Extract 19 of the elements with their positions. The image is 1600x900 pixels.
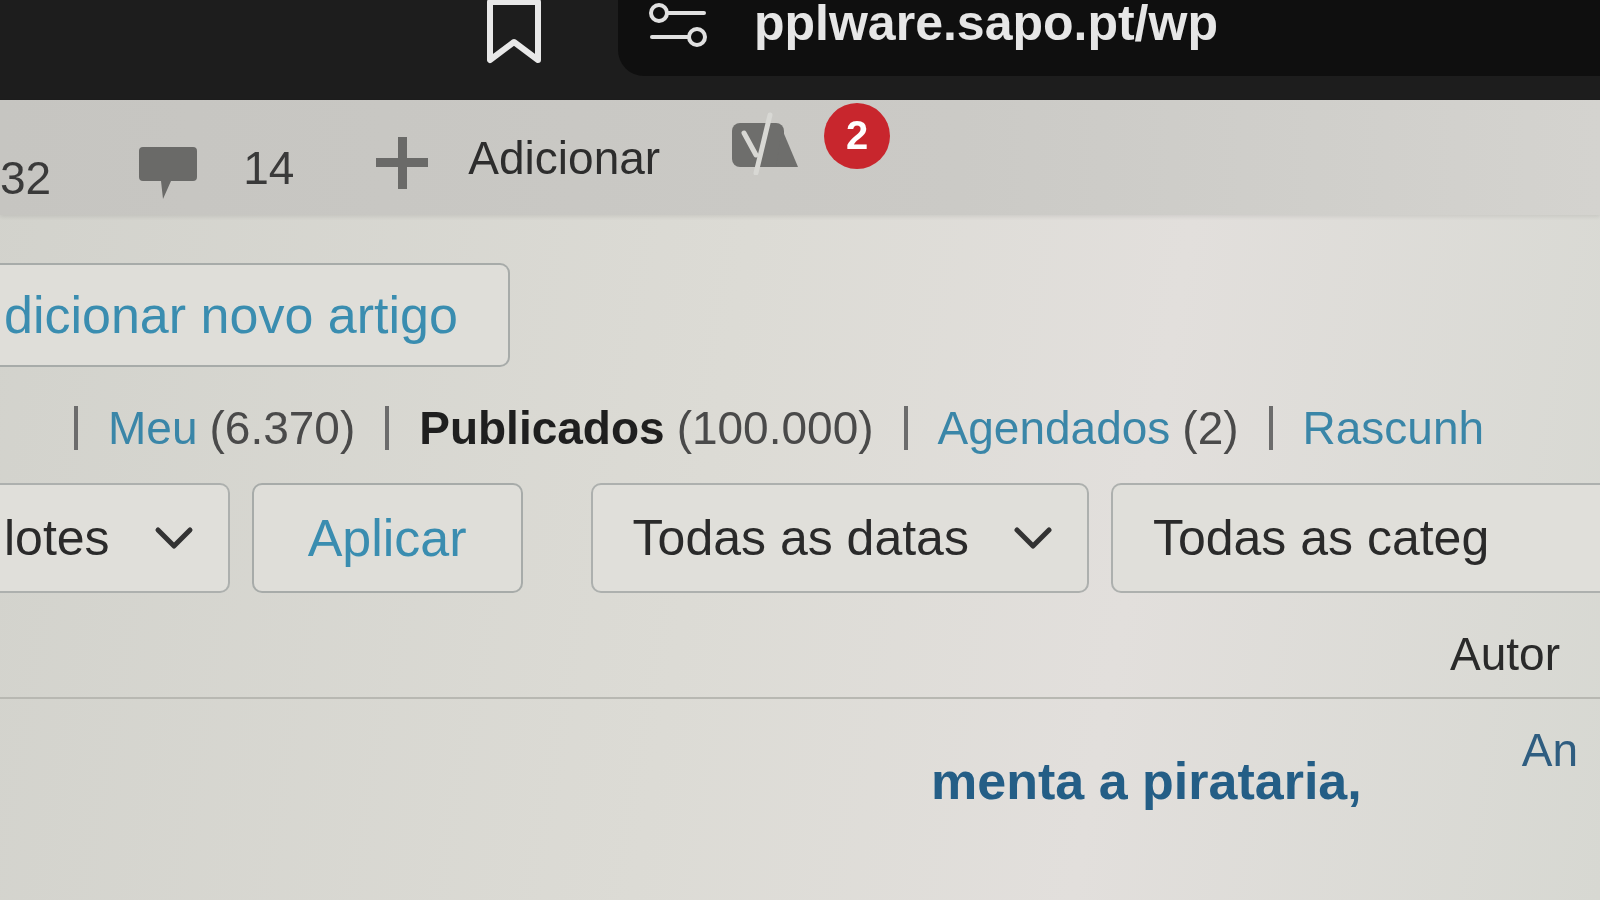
author-cell: An bbox=[1521, 723, 1578, 777]
comments-count[interactable]: 14 bbox=[243, 140, 295, 195]
view-link[interactable]: Meu (6.370) bbox=[108, 401, 356, 455]
categories-select[interactable]: Todas as categ bbox=[1110, 483, 1600, 593]
chevron-down-icon bbox=[1012, 526, 1053, 550]
dates-select[interactable]: Todas as datas bbox=[590, 483, 1089, 593]
comment-icon[interactable] bbox=[137, 144, 200, 201]
plugin-logo-icon[interactable] bbox=[730, 110, 801, 175]
post-title-link[interactable]: menta a pirataria, bbox=[931, 751, 1362, 811]
new-label[interactable]: Adicionar bbox=[468, 130, 661, 185]
updates-count[interactable]: 32 bbox=[0, 150, 52, 205]
column-header[interactable]: Autor bbox=[1450, 627, 1560, 681]
current-view-link[interactable]: Publicados (100.000) bbox=[419, 401, 874, 455]
notification-badge[interactable]: 2 bbox=[824, 102, 891, 169]
chevron-down-icon bbox=[153, 526, 194, 550]
bulk-actions-select[interactable]: lotes bbox=[0, 483, 230, 593]
sliders-icon[interactable] bbox=[648, 2, 708, 48]
plus-icon[interactable] bbox=[374, 134, 431, 191]
view-link[interactable]: Agendados (2) bbox=[937, 401, 1239, 455]
